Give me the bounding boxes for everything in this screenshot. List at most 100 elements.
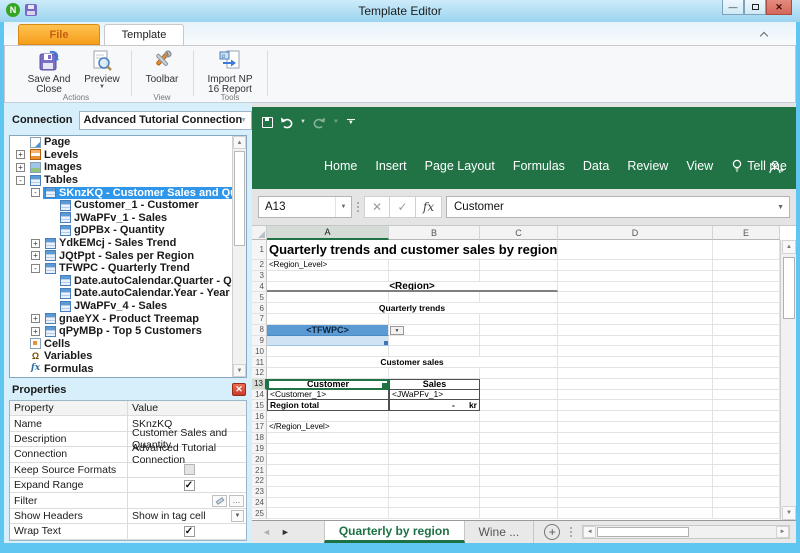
- property-value[interactable]: Advanced Tutorial Connection: [128, 442, 246, 466]
- sheet-nav-prev-icon[interactable]: ◄: [262, 527, 271, 537]
- cell-C23[interactable]: [480, 486, 558, 498]
- excel-menu-review[interactable]: Review: [627, 159, 668, 173]
- cell-A14[interactable]: <Customer_1>: [267, 389, 389, 401]
- property-value[interactable]: Show in tag cell ▼: [128, 509, 246, 523]
- cell-A8[interactable]: <TFWPC>: [267, 324, 389, 336]
- row-header-19[interactable]: 19: [252, 443, 267, 455]
- cell-D13[interactable]: [558, 378, 713, 390]
- excel-menu-page-layout[interactable]: Page Layout: [425, 159, 495, 173]
- cell-B17[interactable]: [389, 421, 480, 433]
- cell-E1[interactable]: [713, 240, 780, 260]
- excel-menu-home[interactable]: Home: [324, 159, 357, 173]
- cell-B15[interactable]: - kr: [389, 400, 480, 412]
- cell-A2[interactable]: <Region_Level>: [267, 260, 389, 271]
- redo-icon[interactable]: [312, 116, 327, 129]
- cell-D8[interactable]: [558, 324, 713, 336]
- col-header-C[interactable]: C: [480, 226, 558, 240]
- cell-E19[interactable]: [713, 443, 780, 455]
- row-header-1[interactable]: 1: [252, 240, 267, 260]
- tree-item-tables[interactable]: - Tables: [10, 174, 246, 187]
- cell-E5[interactable]: [713, 292, 780, 304]
- cell-E21[interactable]: [713, 465, 780, 476]
- cell-D16[interactable]: [558, 411, 713, 422]
- tree-scrollbar[interactable]: ▲ ▼: [232, 136, 246, 377]
- formula-enter-button[interactable]: ✓: [390, 196, 416, 218]
- cell-C5[interactable]: [480, 292, 558, 304]
- cell-C15[interactable]: [480, 400, 558, 412]
- expander-plus-icon[interactable]: +: [31, 326, 40, 336]
- preview-button[interactable]: Preview ▼: [79, 49, 125, 93]
- expander-plus-icon[interactable]: +: [31, 251, 40, 261]
- tree-item-sknzkq-customer-sales-and-quantity[interactable]: - SKnzKQ - Customer Sales and Quantity: [10, 186, 246, 199]
- cell-B3[interactable]: [389, 270, 480, 282]
- cell-D21[interactable]: [558, 465, 713, 476]
- tree-item-jwapfv-1-sales[interactable]: JWaPFv_1 - Sales: [10, 212, 246, 225]
- undo-dropdown-icon[interactable]: ▼: [300, 119, 306, 125]
- show-headers-dropdown-icon[interactable]: ▼: [231, 509, 244, 522]
- cell-D2[interactable]: [558, 260, 713, 271]
- customize-qat-icon[interactable]: ▼: [345, 118, 357, 126]
- cell-E23[interactable]: [713, 486, 780, 498]
- cell-C22[interactable]: [480, 475, 558, 487]
- col-header-D[interactable]: D: [558, 226, 713, 240]
- close-button[interactable]: ✕: [766, 0, 792, 15]
- cell-B21[interactable]: [389, 465, 480, 476]
- expander-minus-icon[interactable]: -: [16, 175, 25, 185]
- keep-source-formats-checkbox[interactable]: [183, 464, 195, 476]
- select-all-corner[interactable]: [252, 226, 267, 240]
- row-header-9[interactable]: 9: [252, 335, 267, 347]
- cell-D24[interactable]: [558, 497, 713, 509]
- cell-D14[interactable]: [558, 389, 713, 401]
- cell-A11[interactable]: Customer sales: [267, 357, 558, 368]
- cell-E7[interactable]: [713, 313, 780, 325]
- cell-C16[interactable]: [480, 411, 558, 422]
- tree-item-images[interactable]: + Images: [10, 161, 246, 174]
- tree-item-levels[interactable]: + Levels: [10, 149, 246, 162]
- property-value[interactable]: [128, 463, 246, 477]
- cell-D9[interactable]: [558, 335, 713, 347]
- row-header-17[interactable]: 17: [252, 421, 267, 433]
- cell-E13[interactable]: [713, 378, 780, 390]
- quick-save-icon[interactable]: [25, 4, 37, 16]
- toolbar-button[interactable]: Toolbar: [137, 49, 187, 93]
- cell-E4[interactable]: [713, 281, 780, 293]
- cell-A15[interactable]: Region total: [267, 400, 389, 412]
- excel-menu-data[interactable]: Data: [583, 159, 609, 173]
- excel-save-icon[interactable]: [262, 116, 273, 128]
- cell-C21[interactable]: [480, 465, 558, 476]
- cell-D6[interactable]: [558, 303, 713, 314]
- col-header-B[interactable]: B: [389, 226, 480, 240]
- cell-A25[interactable]: [267, 508, 389, 520]
- tfwpc-dropdown-icon[interactable]: ▼: [390, 325, 404, 335]
- cell-D18[interactable]: [558, 432, 713, 444]
- row-header-2[interactable]: 2: [252, 260, 267, 271]
- scroll-down-icon[interactable]: ▼: [782, 506, 796, 520]
- cell-D20[interactable]: [558, 454, 713, 466]
- cell-E9[interactable]: [713, 335, 780, 347]
- expand-range-checkbox[interactable]: ✓: [183, 479, 195, 491]
- row-header-3[interactable]: 3: [252, 270, 267, 282]
- cell-B9[interactable]: [389, 335, 480, 347]
- row-header-7[interactable]: 7: [252, 313, 267, 325]
- cell-D19[interactable]: [558, 443, 713, 455]
- cell-E10[interactable]: [713, 346, 780, 358]
- tree-item-cells[interactable]: Cells: [10, 338, 246, 351]
- name-box[interactable]: A13 ▼: [258, 196, 352, 218]
- tree-scroll-thumb[interactable]: [234, 151, 245, 246]
- cell-A18[interactable]: [267, 432, 389, 444]
- row-header-14[interactable]: 14: [252, 389, 267, 401]
- cell-C9[interactable]: [480, 335, 558, 347]
- row-header-8[interactable]: 8: [252, 324, 267, 336]
- vertical-scrollbar[interactable]: ▲ ▼: [780, 240, 796, 520]
- properties-close-button[interactable]: ✕: [232, 383, 246, 396]
- cell-E8[interactable]: [713, 324, 780, 336]
- cell-E22[interactable]: [713, 475, 780, 487]
- cell-D4[interactable]: [558, 281, 713, 293]
- property-value[interactable]: ✓: [128, 524, 246, 538]
- row-header-10[interactable]: 10: [252, 346, 267, 358]
- row-header-22[interactable]: 22: [252, 475, 267, 487]
- cell-B19[interactable]: [389, 443, 480, 455]
- cell-E25[interactable]: [713, 508, 780, 520]
- cell-A21[interactable]: [267, 465, 389, 476]
- property-value[interactable]: …: [128, 493, 246, 507]
